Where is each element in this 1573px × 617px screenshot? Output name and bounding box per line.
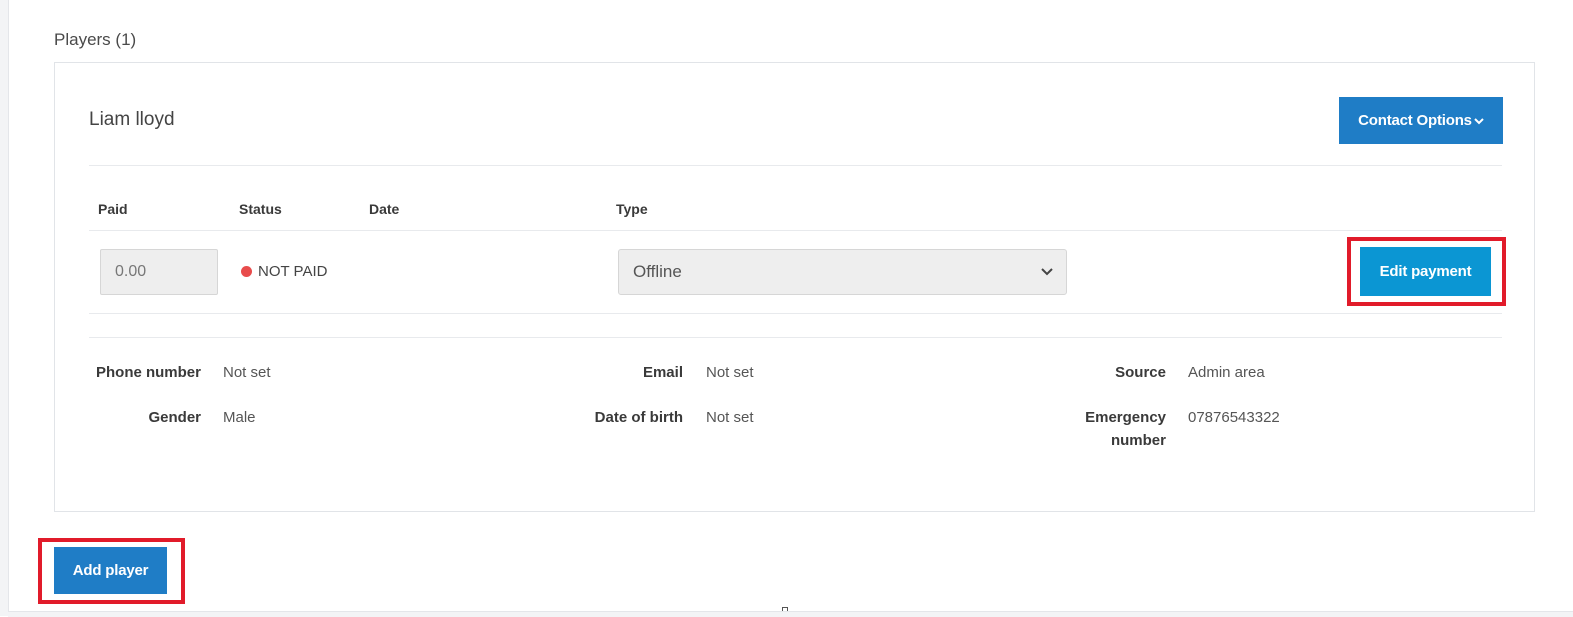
payment-status: NOT PAID xyxy=(241,263,327,280)
bottom-rule xyxy=(8,611,1573,617)
phone-number-label: Phone number xyxy=(95,364,201,381)
email-value: Not set xyxy=(706,364,754,381)
divider xyxy=(89,230,1502,231)
email-label: Email xyxy=(642,364,683,381)
type-column-header: Type xyxy=(616,201,648,217)
player-name: Liam lloyd xyxy=(89,109,175,130)
source-label: Source xyxy=(1115,364,1166,381)
divider xyxy=(89,165,1502,166)
player-card: Liam lloyd Contact Options Paid Status D… xyxy=(54,62,1535,512)
status-column-header: Status xyxy=(239,201,282,217)
chevron-down-icon xyxy=(1474,116,1484,128)
emergency-label-line1: Emergency xyxy=(1085,409,1166,426)
contact-options-label: Contact Options xyxy=(1358,112,1472,129)
emergency-number-value: 07876543322 xyxy=(1188,409,1280,426)
date-of-birth-label: Date of birth xyxy=(594,409,683,426)
source-value: Admin area xyxy=(1188,364,1265,381)
status-dot-icon xyxy=(241,266,252,277)
edit-payment-button[interactable]: Edit payment xyxy=(1360,247,1491,296)
chevron-down-icon xyxy=(1040,263,1054,283)
left-rail xyxy=(0,0,9,616)
payment-type-select[interactable]: Offline xyxy=(618,249,1067,295)
divider xyxy=(89,313,1502,314)
phone-number-value: Not set xyxy=(223,364,271,381)
players-section-title: Players (1) xyxy=(54,30,137,49)
gender-value: Male xyxy=(223,409,256,426)
date-column-header: Date xyxy=(369,201,400,217)
payment-type-value: Offline xyxy=(633,262,682,281)
status-text: NOT PAID xyxy=(258,263,328,280)
add-player-button[interactable]: Add player xyxy=(54,547,167,594)
date-of-birth-value: Not set xyxy=(706,409,754,426)
paid-amount-input[interactable] xyxy=(100,249,218,295)
emergency-label-line2: number xyxy=(1110,432,1166,449)
emergency-number-label: Emergency number xyxy=(1045,406,1166,452)
paid-column-header: Paid xyxy=(98,201,128,217)
contact-options-button[interactable]: Contact Options xyxy=(1339,97,1503,144)
gender-label: Gender xyxy=(148,409,201,426)
divider xyxy=(89,337,1502,338)
